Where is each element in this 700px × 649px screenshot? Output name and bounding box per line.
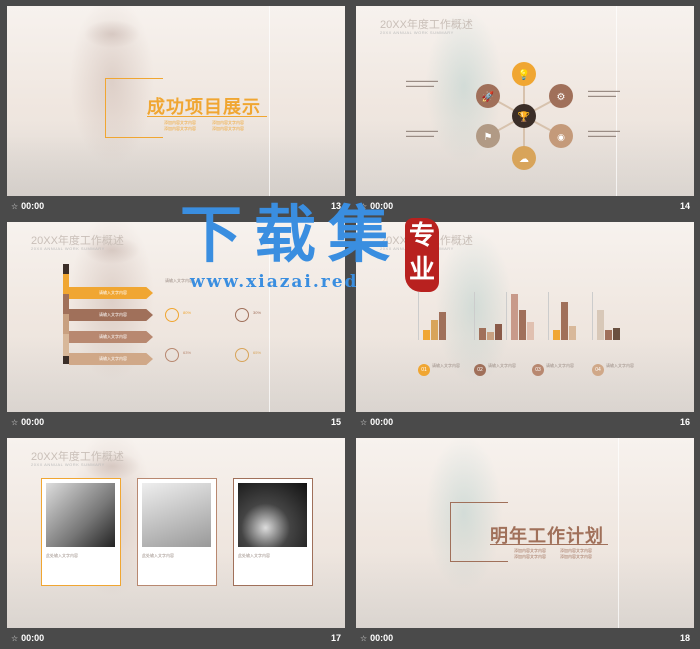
photo-card-2: 此处输入文字内容: [137, 478, 217, 586]
slide-number: 14: [679, 201, 690, 211]
svg-text:🚀: 🚀: [482, 90, 495, 103]
mini-chart-4: [548, 292, 588, 340]
mini-chart-3: [506, 292, 546, 340]
svg-text:⚑: ⚑: [484, 132, 493, 143]
mini-chart-5: [592, 292, 632, 340]
svg-text:🏆: 🏆: [518, 110, 531, 123]
watermark-text: 下载集: [180, 198, 403, 271]
label-badge: 04: [592, 364, 604, 376]
svg-text:☁: ☁: [519, 154, 529, 165]
photo-card-1: 此处输入文字内容: [41, 478, 121, 586]
label-badge: 02: [474, 364, 486, 376]
photo-card-3: 此处输入文字内容: [233, 478, 313, 586]
svg-text:💡: 💡: [518, 68, 530, 81]
svg-text:⚙: ⚙: [557, 92, 566, 103]
chess-photo: [46, 483, 115, 547]
watermark-url: www.xiazai.red: [190, 272, 359, 292]
star-icon[interactable]: ☆: [11, 418, 18, 427]
svg-text:◉: ◉: [557, 132, 565, 142]
label-badge: 03: [532, 364, 544, 376]
star-icon[interactable]: ☆: [11, 634, 18, 643]
city-night-photo: [238, 483, 307, 547]
clock-icon: [165, 308, 179, 322]
slide-canvas: 成功项目展示 添加内容文字内容 添加内容文字内容 添加内容文字内容 添加内容文字…: [7, 6, 345, 196]
watermark: 下载集 www.xiazai.red: [180, 200, 420, 300]
title-underline: [147, 116, 267, 117]
mini-chart-1: [418, 292, 462, 340]
slide-number: 18: [679, 633, 690, 643]
runner-icon: [165, 348, 179, 362]
slide-thumb-13[interactable]: 成功项目展示 添加内容文字内容 添加内容文字内容 添加内容文字内容 添加内容文字…: [7, 6, 345, 216]
seal-stamp: 专业: [405, 218, 439, 292]
slide-thumb-17[interactable]: 20XX年度工作概述 20XX ANNUAL WORK SUMMARY 此处输入…: [7, 438, 345, 648]
star-icon[interactable]: ☆: [360, 634, 367, 643]
slide-number: 17: [330, 633, 341, 643]
slide-info-bar: ☆ 00:00 15: [11, 417, 341, 427]
tablet-photo: [142, 483, 211, 547]
bulb-icon: [235, 348, 249, 362]
hub-diagram: 🏆 💡 🚀 ⚙ ⚑ ◉ ☁: [476, 62, 573, 170]
slide-info-bar: ☆ 00:00 16: [360, 417, 690, 427]
star-icon[interactable]: ☆: [11, 202, 18, 211]
pencil-graphic: [63, 264, 69, 364]
slide-number: 16: [679, 417, 690, 427]
slide-info-bar: ☆ 00:00 18: [360, 633, 690, 643]
pen-icon: [235, 308, 249, 322]
slide-info-bar: ☆ 00:00 17: [11, 633, 341, 643]
slide-thumb-14[interactable]: 20XX年度工作概述 20XX ANNUAL WORK SUMMARY 🏆 💡 …: [356, 6, 694, 216]
star-icon[interactable]: ☆: [360, 418, 367, 427]
slide-thumb-18[interactable]: 明年工作计划 添加内容文字内容 添加内容文字内容 添加内容文字内容 添加内容文字…: [356, 438, 694, 648]
label-badge: 01: [418, 364, 430, 376]
slide-number: 15: [330, 417, 341, 427]
